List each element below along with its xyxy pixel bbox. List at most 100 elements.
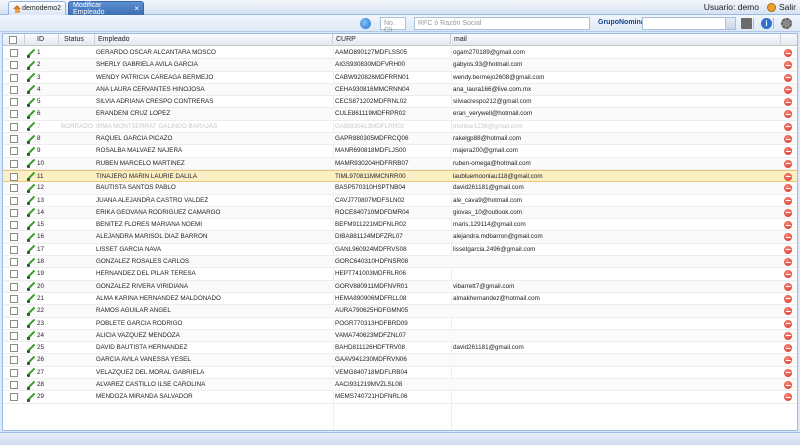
row-checkbox[interactable]: [10, 147, 18, 156]
header-select-all[interactable]: [3, 34, 25, 46]
edit-icon[interactable]: [27, 319, 35, 329]
delete-icon[interactable]: [784, 344, 792, 353]
edit-icon[interactable]: [27, 393, 35, 402]
delete-icon[interactable]: [784, 393, 792, 402]
edit-icon[interactable]: [27, 208, 35, 218]
delete-icon[interactable]: [784, 61, 792, 70]
edit-icon[interactable]: [27, 258, 35, 267]
delete-icon[interactable]: [784, 110, 792, 119]
info-icon[interactable]: i: [761, 18, 772, 29]
delete-icon[interactable]: [784, 368, 792, 377]
row-checkbox[interactable]: [10, 393, 18, 402]
edit-icon[interactable]: [27, 73, 35, 83]
edit-icon[interactable]: [27, 135, 35, 144]
print-icon[interactable]: [741, 18, 752, 29]
table-row[interactable]: 7 BORRADO IRMA MONTSERRAT GALINDO BARAJAS G…: [3, 121, 797, 134]
delete-icon[interactable]: [784, 98, 792, 107]
edit-icon[interactable]: [27, 344, 35, 353]
delete-icon[interactable]: [784, 258, 792, 267]
delete-icon[interactable]: [784, 233, 792, 242]
select-all-checkbox[interactable]: [9, 36, 17, 44]
row-checkbox[interactable]: [10, 319, 18, 328]
row-checkbox[interactable]: [10, 208, 18, 217]
row-checkbox[interactable]: [10, 344, 18, 353]
logout-icon[interactable]: [766, 2, 776, 12]
delete-icon[interactable]: [784, 319, 792, 328]
table-row[interactable]: 8 RAQUEL GARCIA PICAZO GAPR880305MDFRCQ06 r…: [3, 133, 797, 146]
table-row[interactable]: 20 GONZALEZ RIVERA VIRIDIANA GORV880911MDF…: [3, 280, 797, 293]
edit-icon[interactable]: [27, 381, 35, 390]
edit-icon[interactable]: [27, 122, 35, 132]
edit-icon[interactable]: [27, 98, 35, 107]
delete-icon[interactable]: [784, 381, 792, 390]
row-checkbox[interactable]: [10, 294, 18, 303]
row-checkbox[interactable]: [10, 233, 18, 242]
header-empleado[interactable]: Empleado: [95, 34, 333, 46]
delete-icon[interactable]: [784, 135, 792, 144]
refresh-icon[interactable]: [360, 18, 371, 29]
delete-icon[interactable]: [784, 221, 792, 230]
table-row[interactable]: 16 ALEJANDRA MARISOL DIAZ BARRON DIBA88112…: [3, 231, 797, 244]
table-row[interactable]: 3 WENDY PATRICIA CAREAGA BERMEJO CABW92082…: [3, 72, 797, 84]
delete-icon[interactable]: [784, 159, 792, 168]
table-row[interactable]: 17 LISSET GARCIA NAVA GANL960924MDFRVS08 li…: [3, 244, 797, 257]
delete-icon[interactable]: [784, 73, 792, 82]
close-tab-icon[interactable]: ×: [134, 4, 139, 13]
edit-icon[interactable]: [27, 221, 35, 230]
row-checkbox[interactable]: [10, 258, 18, 267]
delete-icon[interactable]: [784, 172, 792, 181]
delete-icon[interactable]: [784, 122, 792, 131]
edit-icon[interactable]: [27, 49, 35, 58]
edit-icon[interactable]: [27, 356, 35, 365]
edit-icon[interactable]: [27, 184, 35, 193]
row-checkbox[interactable]: [10, 381, 18, 390]
edit-icon[interactable]: [27, 368, 35, 378]
edit-icon[interactable]: [27, 110, 35, 119]
table-row[interactable]: 1 GERARDO OSCAR ALCANTARA MOSCO AAMO890127…: [3, 47, 797, 60]
table-row[interactable]: 24 ALICIA VAZQUEZ MENDOZA VAMA740623MDFZNL…: [3, 329, 797, 343]
delete-icon[interactable]: [784, 356, 792, 365]
table-row[interactable]: 9 ROSALBA MALVAEZ NAJERA MANR690818MDFLJS0…: [3, 145, 797, 158]
edit-icon[interactable]: [27, 147, 35, 156]
edit-icon[interactable]: [27, 172, 35, 182]
delete-icon[interactable]: [784, 208, 792, 217]
table-row[interactable]: 18 GONZALEZ ROSALES CARLOS GORC640310HDFNS…: [3, 256, 797, 269]
table-row[interactable]: 21 ALMA KARINA HERNANDEZ MALDONADO HEMA890…: [3, 293, 797, 306]
row-checkbox[interactable]: [10, 110, 18, 119]
row-checkbox[interactable]: [10, 159, 18, 168]
gruponomina-select[interactable]: [642, 17, 736, 30]
delete-icon[interactable]: [784, 294, 792, 303]
row-checkbox[interactable]: [10, 331, 18, 340]
edit-icon[interactable]: [27, 159, 35, 169]
delete-icon[interactable]: [784, 307, 792, 316]
header-status[interactable]: Status: [59, 34, 95, 46]
gear-icon[interactable]: [781, 18, 792, 29]
table-row[interactable]: 28 ALVAREZ CASTILLO ILSE CAROLINA AACI9312…: [3, 379, 797, 392]
row-checkbox[interactable]: [10, 356, 18, 365]
table-row[interactable]: 13 JUANA ALEJANDRA CASTRO VALDEZ CAVJ77080…: [3, 195, 797, 207]
row-checkbox[interactable]: [10, 85, 18, 94]
delete-icon[interactable]: [784, 331, 792, 340]
edit-icon[interactable]: [27, 196, 35, 206]
table-row[interactable]: 26 GARCIA AVILA VANESSA YESEL GAAV941230MD…: [3, 354, 797, 367]
edit-icon[interactable]: [27, 331, 35, 341]
edit-icon[interactable]: [27, 282, 35, 292]
table-row[interactable]: 25 DAVID BAUTISTA HERNANDEZ BAHD811126HDFT…: [3, 342, 797, 355]
row-checkbox[interactable]: [10, 368, 18, 377]
header-mail[interactable]: mail: [451, 34, 781, 46]
row-checkbox[interactable]: [10, 122, 18, 131]
logout-link[interactable]: Salir: [779, 2, 796, 12]
table-row[interactable]: 14 ERIKA GEOVANA RODRIGUEZ CAMARGO ROCE840…: [3, 206, 797, 220]
table-row[interactable]: 6 ERANDENI CRUZ LOPEZ CULE861119MDFRPR02 er…: [3, 108, 797, 121]
row-checkbox[interactable]: [10, 135, 18, 144]
delete-icon[interactable]: [784, 270, 792, 279]
edit-icon[interactable]: [27, 270, 35, 279]
row-checkbox[interactable]: [10, 245, 18, 254]
table-row[interactable]: 11 TINAJERO MARIN LAURIE DALILA TIML970811…: [3, 169, 797, 183]
delete-icon[interactable]: [784, 85, 792, 94]
edit-icon[interactable]: [27, 233, 35, 242]
table-row[interactable]: 12 BAUTISTA SANTOS PABLO BASP570310HSPTNB0…: [3, 182, 797, 195]
tab-modificar-empleado[interactable]: Modificar Empleado ×: [68, 1, 144, 16]
edit-icon[interactable]: [27, 294, 35, 304]
delete-icon[interactable]: [784, 196, 792, 205]
